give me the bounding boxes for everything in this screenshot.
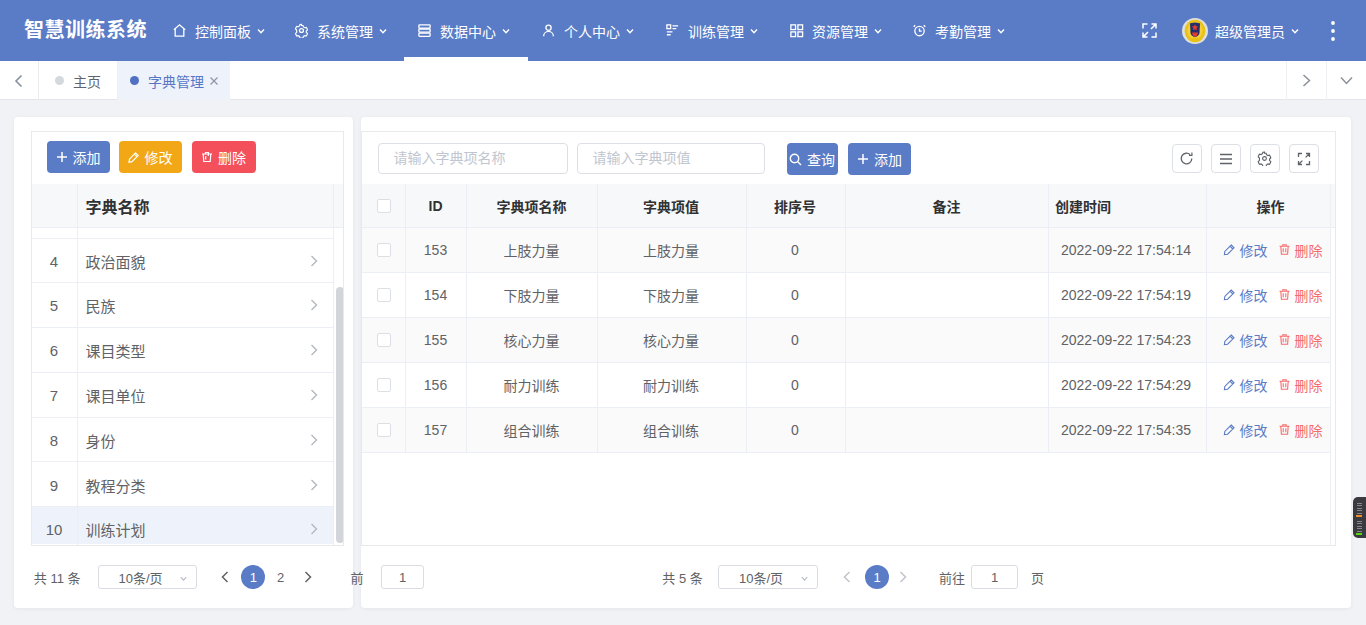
item-add-btn[interactable]: 添加 xyxy=(848,143,911,175)
nav-resource[interactable]: 资源管理 xyxy=(789,0,883,61)
nav-personal[interactable]: 个人中心 xyxy=(541,0,635,61)
nav-training[interactable]: 训练管理 xyxy=(665,0,759,61)
user-name[interactable]: 超级管理员 xyxy=(1215,0,1300,61)
dict-edit-btn[interactable]: 修改 xyxy=(119,141,182,173)
search-btn[interactable]: 查询 xyxy=(787,143,838,175)
dict-jump-input[interactable]: 1 xyxy=(381,565,424,589)
nav-attendance[interactable]: 考勤管理 xyxy=(912,0,1006,61)
dict-card: 添加 修改 删除 字典名称 4政治面貌 5民 xyxy=(14,117,353,608)
dict-add-btn[interactable]: 添加 xyxy=(47,141,110,173)
tab-dict[interactable]: 字典管理 xyxy=(118,61,230,100)
items-table: ID 字典项名称 字典项值 排序号 备注 创建时间 操作 153 上肢力量 上肢… xyxy=(362,184,1335,546)
dict-table: 字典名称 4政治面貌 5民族 6课目类型 7课目单位 xyxy=(32,184,344,545)
side-widget xyxy=(1353,497,1366,538)
user-avatar xyxy=(1182,0,1208,61)
item-name-input[interactable]: 请输入字典项名称 xyxy=(378,143,568,174)
dict-del-btn[interactable]: 删除 xyxy=(192,141,256,173)
items-page-1[interactable]: 1 xyxy=(865,565,889,589)
nav-dashboard[interactable]: 控制面板 xyxy=(172,0,266,61)
dict-size-select[interactable]: 10条/页 xyxy=(98,565,198,589)
items-jump-input[interactable]: 1 xyxy=(971,565,1019,589)
item-value-input[interactable]: 请输入字典项值 xyxy=(577,143,765,174)
dict-management-page: 智慧训练系统 控制面板 系统管理 数据中心 个人中心 训练管理 xyxy=(0,0,1366,625)
setting-btn[interactable] xyxy=(1250,144,1280,173)
nav-system[interactable]: 系统管理 xyxy=(294,0,388,61)
refresh-btn[interactable] xyxy=(1172,144,1202,173)
items-panel: 请输入字典项名称 请输入字典项值 查询 添加 xyxy=(361,131,1336,546)
navbar: 智慧训练系统 控制面板 系统管理 数据中心 个人中心 训练管理 xyxy=(0,0,1366,61)
fullscreen-btn[interactable] xyxy=(1289,144,1319,173)
density-btn[interactable] xyxy=(1211,144,1241,173)
tab-home[interactable]: 主页 xyxy=(39,61,118,100)
dict-page-1[interactable]: 1 xyxy=(241,565,265,589)
items-size-select[interactable]: 10条/页 xyxy=(718,565,818,589)
tabs-menu[interactable] xyxy=(1326,61,1366,100)
logo: 智慧训练系统 xyxy=(24,0,147,61)
tags-view: 主页 字典管理 xyxy=(0,61,1366,100)
tabs-next[interactable] xyxy=(1286,61,1326,100)
dict-scrollbar xyxy=(336,287,343,543)
items-card: 请输入字典项名称 请输入字典项值 查询 添加 xyxy=(361,117,1351,608)
tabs-back[interactable] xyxy=(0,61,39,100)
nav-more[interactable] xyxy=(1327,0,1339,61)
dict-panel: 添加 修改 删除 字典名称 4政治面貌 5民 xyxy=(31,131,345,546)
nav-fullscreen[interactable] xyxy=(1141,0,1158,61)
nav-data-center[interactable]: 数据中心 xyxy=(417,0,511,61)
